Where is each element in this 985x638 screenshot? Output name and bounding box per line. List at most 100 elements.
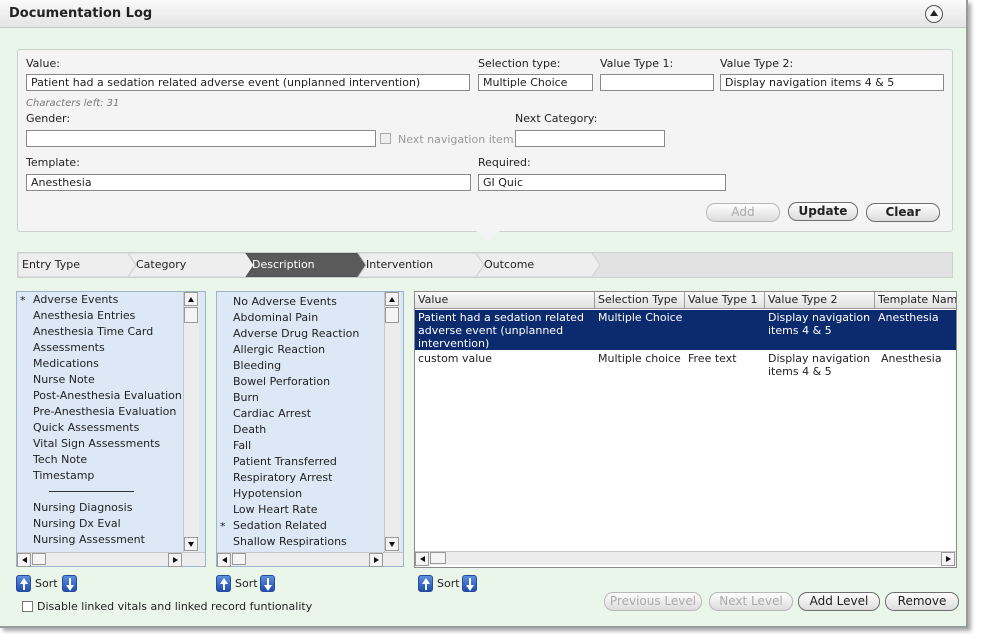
category-listbox[interactable]: No Adverse Events Abdominal Pain Adverse D… xyxy=(216,291,404,567)
list-item[interactable]: * Sedation Related xyxy=(217,518,359,534)
list-item[interactable]: Anesthesia Time Card xyxy=(17,324,182,340)
required-label: Required: xyxy=(478,156,531,169)
table-row[interactable]: custom value Multiple choice Free text D… xyxy=(415,351,956,381)
breadcrumb-category[interactable]: Category xyxy=(132,253,186,277)
list-item[interactable]: Respiratory Arrest xyxy=(217,470,359,486)
sort-up-icon[interactable] xyxy=(418,575,433,592)
gender-input[interactable] xyxy=(26,130,376,147)
list-item[interactable]: Burn xyxy=(217,390,359,406)
column-header-value-type1[interactable]: Value Type 1 xyxy=(685,292,765,309)
remove-button[interactable]: Remove xyxy=(885,592,959,611)
grid-hscroll[interactable] xyxy=(415,551,956,566)
list-item-label: Anesthesia Time Card xyxy=(33,325,154,338)
sort-down-icon[interactable] xyxy=(462,575,477,592)
collapse-icon[interactable] xyxy=(925,5,943,23)
required-input[interactable]: GI Quic xyxy=(478,174,726,191)
column-header-value[interactable]: Value xyxy=(415,292,595,309)
scroll-thumb[interactable] xyxy=(430,552,446,564)
list-item-label: Death xyxy=(233,423,267,436)
list-item[interactable]: Fall xyxy=(217,438,359,454)
list-item[interactable]: Anesthesia Entries xyxy=(17,308,182,324)
list-item[interactable]: Adverse Drug Reaction xyxy=(217,326,359,342)
list-item[interactable]: Hypotension xyxy=(217,486,359,502)
update-button[interactable]: Update xyxy=(788,202,858,221)
list-item[interactable]: Low Heart Rate xyxy=(217,502,359,518)
previous-level-button[interactable]: Previous Level xyxy=(604,592,702,611)
scroll-up-icon[interactable] xyxy=(385,292,399,306)
list-item[interactable]: Post-Anesthesia Evaluation xyxy=(17,388,182,404)
category-vscroll[interactable] xyxy=(384,292,400,552)
scroll-left-icon[interactable] xyxy=(17,553,31,567)
list-item[interactable]: Patient Transferred xyxy=(217,454,359,470)
scroll-left-icon[interactable] xyxy=(415,552,429,566)
breadcrumb-outcome[interactable]: Outcome xyxy=(480,253,534,277)
list-item[interactable]: Abdominal Pain xyxy=(217,310,359,326)
list-item[interactable]: Timestamp xyxy=(17,468,182,484)
characters-left-hint: Characters left: 31 xyxy=(26,98,120,109)
scroll-thumb[interactable] xyxy=(184,307,198,323)
list-item[interactable]: Death xyxy=(217,422,359,438)
table-row[interactable]: Patient had a sedation related adverse e… xyxy=(415,310,956,350)
entry-vscroll[interactable] xyxy=(183,292,199,552)
add-level-button[interactable]: Add Level xyxy=(798,592,880,611)
template-input[interactable]: Anesthesia xyxy=(26,174,471,191)
list-item[interactable]: Nursing Dx Eval xyxy=(17,516,182,532)
column-header-template-name[interactable]: Template Name xyxy=(875,292,956,309)
list-item[interactable]: Tech Note xyxy=(17,452,182,468)
list-item-label: No Adverse Events xyxy=(233,295,337,308)
list-item[interactable]: Pre-Anesthesia Evaluation xyxy=(17,404,182,420)
scroll-down-icon[interactable] xyxy=(385,537,399,551)
documentation-log-window: Documentation Log Value: Patient had a s… xyxy=(0,0,968,628)
value-type1-input[interactable] xyxy=(600,74,714,91)
breadcrumb-intervention[interactable]: Intervention xyxy=(362,253,433,277)
list-item-label: Patient Transferred xyxy=(233,455,337,468)
cell-value-type1: Free text xyxy=(688,352,737,365)
value-type2-input[interactable]: Display navigation items 4 & 5 xyxy=(720,74,944,91)
sort-down-icon[interactable] xyxy=(62,575,77,592)
list-separator xyxy=(49,484,134,492)
disable-linked-checkbox[interactable] xyxy=(22,601,33,612)
next-category-input[interactable] xyxy=(515,130,665,147)
add-button[interactable]: Add xyxy=(706,203,780,222)
scroll-right-icon[interactable] xyxy=(369,553,383,567)
list-item[interactable]: Bowel Perforation xyxy=(217,374,359,390)
next-level-button[interactable]: Next Level xyxy=(709,592,793,611)
sort-up-icon[interactable] xyxy=(216,575,231,592)
entry-hscroll[interactable] xyxy=(17,552,205,567)
category-hscroll[interactable] xyxy=(217,552,403,567)
list-item[interactable]: Allergic Reaction xyxy=(217,342,359,358)
breadcrumb-description[interactable]: Description xyxy=(248,253,315,277)
list-item[interactable]: Medications xyxy=(17,356,182,372)
next-category-label: Next Category: xyxy=(515,112,598,125)
list-item[interactable]: Shallow Respirations xyxy=(217,534,359,550)
clear-button[interactable]: Clear xyxy=(866,203,940,222)
list-item[interactable]: Cardiac Arrest xyxy=(217,406,359,422)
entry-type-listbox[interactable]: * Adverse Events Anesthesia Entries Anesthe… xyxy=(16,291,206,567)
sort-up-icon[interactable] xyxy=(16,575,31,592)
scroll-down-icon[interactable] xyxy=(184,537,198,551)
scroll-right-icon[interactable] xyxy=(168,553,182,567)
breadcrumb-entry-type[interactable]: Entry Type xyxy=(18,253,80,277)
list-item[interactable]: Vital Sign Assessments xyxy=(17,436,182,452)
column-header-value-type2[interactable]: Value Type 2 xyxy=(765,292,875,309)
next-navigation-checkbox[interactable] xyxy=(380,133,391,144)
list-item[interactable]: No Adverse Events xyxy=(217,294,359,310)
list-item[interactable]: Quick Assessments xyxy=(17,420,182,436)
column-header-selection-type[interactable]: Selection Type xyxy=(595,292,685,309)
scroll-left-icon[interactable] xyxy=(217,553,231,567)
list-item[interactable]: Nursing Diagnosis xyxy=(17,500,182,516)
scroll-thumb[interactable] xyxy=(385,307,399,323)
list-item[interactable]: Nursing Assessment xyxy=(17,532,182,548)
sort-down-icon[interactable] xyxy=(260,575,275,592)
scroll-thumb[interactable] xyxy=(32,553,46,565)
list-item[interactable]: Bleeding xyxy=(217,358,359,374)
scroll-thumb[interactable] xyxy=(232,553,246,565)
list-item[interactable]: Nurse Note xyxy=(17,372,182,388)
selection-type-input[interactable]: Multiple Choice xyxy=(478,74,593,91)
scroll-right-icon[interactable] xyxy=(941,552,955,566)
values-grid[interactable]: Value Selection Type Value Type 1 Value … xyxy=(414,291,957,568)
value-input[interactable]: Patient had a sedation related adverse e… xyxy=(26,74,470,91)
list-item[interactable]: Assessments xyxy=(17,340,182,356)
list-item[interactable]: * Adverse Events xyxy=(17,292,182,308)
scroll-up-icon[interactable] xyxy=(184,292,198,306)
